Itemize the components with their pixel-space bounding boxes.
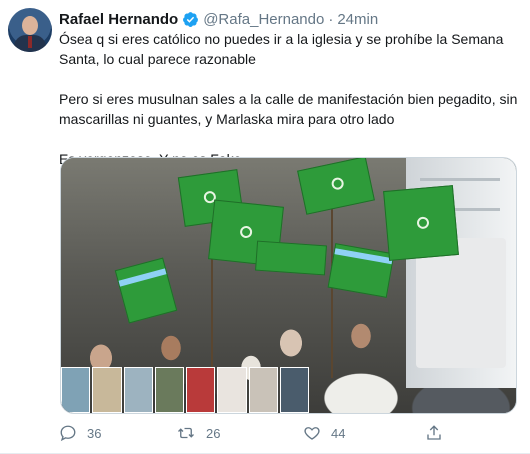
action-bar: 36 26 44 bbox=[59, 423, 459, 443]
retweet-count: 26 bbox=[206, 425, 221, 441]
reply-button[interactable]: 36 bbox=[59, 423, 101, 443]
reply-icon bbox=[60, 425, 76, 442]
thumbnail bbox=[123, 367, 153, 413]
like-button[interactable]: 44 bbox=[303, 423, 345, 443]
green-flag bbox=[383, 185, 459, 261]
tweet-paragraph: Pero si eres musulnan sales a la calle d… bbox=[59, 91, 518, 127]
retweet-icon bbox=[178, 427, 194, 439]
heart-icon bbox=[304, 427, 320, 440]
thumbnail bbox=[186, 367, 216, 413]
timestamp[interactable]: 24min bbox=[337, 11, 378, 28]
tweet-paragraph: Ósea q si eres católico no puedes ir a l… bbox=[59, 31, 504, 67]
vehicle-background bbox=[416, 238, 506, 368]
thumbnail bbox=[154, 367, 184, 413]
retweet-button[interactable]: 26 bbox=[176, 423, 220, 443]
share-icon bbox=[427, 425, 441, 440]
separator-dot: · bbox=[328, 10, 334, 28]
tweet[interactable]: Rafael Hernando @Rafa_Hernando · 24min Ó… bbox=[0, 0, 530, 454]
avatar[interactable] bbox=[8, 8, 52, 52]
reply-count: 36 bbox=[87, 425, 102, 441]
thumbnail bbox=[248, 367, 278, 413]
author-handle[interactable]: @Rafa_Hernando bbox=[203, 11, 324, 28]
tweet-header: Rafael Hernando @Rafa_Hernando · 24min bbox=[59, 9, 378, 29]
like-count: 44 bbox=[331, 425, 346, 441]
verified-badge-icon bbox=[183, 11, 199, 27]
green-flag bbox=[255, 240, 327, 276]
tweet-text: Ósea q si eres católico no puedes ir a l… bbox=[59, 29, 521, 169]
tweet-video[interactable] bbox=[60, 157, 517, 414]
thumbnail bbox=[217, 367, 247, 413]
share-button[interactable] bbox=[425, 423, 443, 443]
thumbnail bbox=[92, 367, 122, 413]
thumbnail bbox=[279, 367, 309, 413]
author-name[interactable]: Rafael Hernando bbox=[59, 11, 178, 28]
thumbnail bbox=[61, 367, 91, 413]
video-thumbnail-strip bbox=[61, 367, 311, 413]
